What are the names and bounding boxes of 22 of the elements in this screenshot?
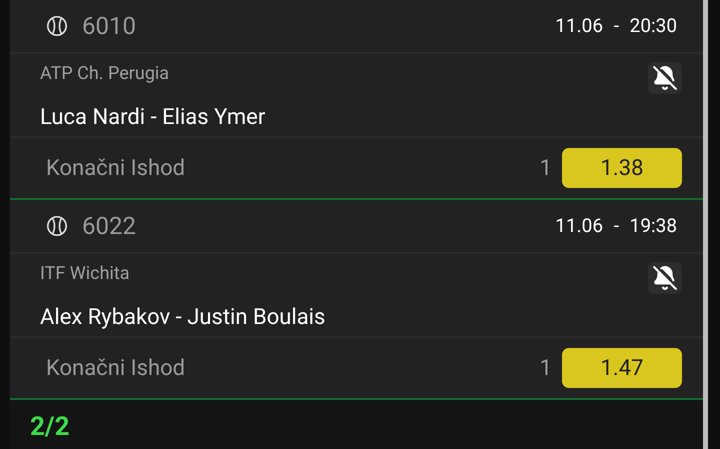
bell-off-icon xyxy=(652,265,678,291)
outcome-label: 1 xyxy=(540,154,552,182)
event-datetime: 11.06 - 20:30 xyxy=(555,12,677,39)
odds-button[interactable]: 1.47 xyxy=(562,348,682,388)
page-indicator: 2/2 xyxy=(30,412,70,442)
match-title: Alex Rybakov - Justin Boulais xyxy=(40,304,326,332)
bell-off-icon xyxy=(652,65,678,91)
market-name: Konačni Ishod xyxy=(46,354,186,382)
league-name: ATP Ch. Perugia xyxy=(40,62,170,86)
notification-toggle[interactable] xyxy=(648,262,682,294)
tennis-ball-icon xyxy=(46,215,68,237)
notification-toggle[interactable] xyxy=(648,62,682,94)
scrollbar[interactable] xyxy=(703,0,708,449)
tennis-ball-icon xyxy=(46,15,68,37)
event-code: 6010 xyxy=(82,11,136,42)
odds-button[interactable]: 1.38 xyxy=(562,148,682,188)
market-name: Konačni Ishod xyxy=(46,154,186,182)
league-name: ITF Wichita xyxy=(40,262,131,286)
match-title: Luca Nardi - Elias Ymer xyxy=(40,104,266,132)
outcome-label: 1 xyxy=(540,354,552,382)
event-code: 6022 xyxy=(82,211,136,242)
event-datetime: 11.06 - 19:38 xyxy=(555,212,677,239)
